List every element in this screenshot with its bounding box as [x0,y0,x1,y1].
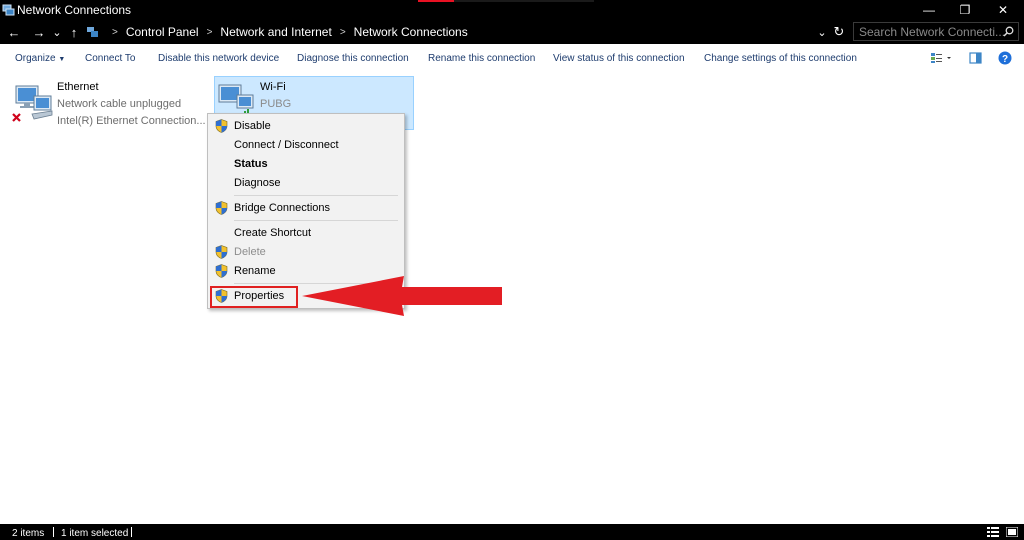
organize-button[interactable]: Organize ▼ [15,53,65,64]
menu-label: Diagnose [234,177,281,189]
title-bar: Network Connections — ❐ ✕ [0,0,1024,20]
minimize-button[interactable]: — [912,0,946,20]
control-panel-icon [87,27,98,37]
uac-shield-icon [215,264,228,278]
menu-item-create-shortcut[interactable]: Create Shortcut [208,224,404,243]
menu-separator [234,220,398,221]
menu-label: Create Shortcut [234,227,312,239]
menu-label: Disable [234,120,271,132]
menu-label: Connect / Disconnect [234,139,339,151]
details-view-icon[interactable] [987,527,999,537]
rename-button[interactable]: Rename this connection [428,53,535,64]
wifi-network: PUBG [260,98,292,110]
uac-shield-icon [215,245,228,259]
connect-to-button[interactable]: Connect To [85,53,135,64]
status-divider [131,527,132,537]
connection-item-ethernet[interactable]: Ethernet Network cable unplugged Intel(R… [10,80,206,134]
breadcrumb-network-connections[interactable]: Network Connections [354,25,468,39]
menu-label: Rename [234,265,276,277]
ethernet-device: Intel(R) Ethernet Connection... [57,115,206,127]
restore-button[interactable]: ❐ [948,0,982,20]
status-bar: 2 items 1 item selected [0,524,1024,540]
ethernet-name: Ethernet [57,81,99,93]
menu-label: Status [234,158,268,170]
address-dropdown-button[interactable]: ⌄ [814,23,830,41]
menu-separator [234,195,398,196]
breadcrumb-separator: > [112,26,118,38]
forward-button[interactable]: → [31,23,47,41]
properties-highlight-box [210,286,298,308]
uac-shield-icon [215,201,228,215]
title-accent-dark [454,0,594,2]
menu-item-diagnose[interactable]: Diagnose [208,174,404,193]
breadcrumb-separator: > [206,26,213,38]
window-title: Network Connections [17,3,132,17]
ethernet-status: Network cable unplugged [57,98,182,110]
search-input[interactable]: Search Network Connecti... [853,22,1019,41]
menu-item-connect-disconnect[interactable]: Connect / Disconnect [208,136,404,155]
menu-item-disable[interactable]: Disable [208,117,404,136]
menu-item-status[interactable]: Status [208,155,404,174]
network-connections-icon [2,4,15,16]
view-status-button[interactable]: View status of this connection [553,53,685,64]
change-settings-button[interactable]: Change settings of this connection [704,53,857,64]
breadcrumb-network-and-internet[interactable]: Network and Internet [220,25,331,39]
breadcrumb-separator: > [339,26,346,38]
status-divider [53,527,54,537]
selection-count: 1 item selected [61,528,129,539]
title-accent [418,0,454,2]
recent-locations-button[interactable]: ⌄ [49,23,65,41]
large-icons-view-icon[interactable] [1006,527,1018,537]
back-button[interactable]: ← [6,23,22,41]
breadcrumb: > Control Panel > Network and Internet >… [104,24,468,40]
wifi-name: Wi-Fi [260,81,286,93]
breadcrumb-control-panel[interactable]: Control Panel [126,25,199,39]
uac-shield-icon [215,119,228,133]
refresh-button[interactable]: ↻ [831,23,847,41]
preview-pane-icon[interactable] [969,52,982,64]
search-placeholder: Search Network Connecti... [859,25,1006,39]
diagnose-button[interactable]: Diagnose this connection [297,53,409,64]
connections-list: Ethernet Network cable unplugged Intel(R… [0,72,1024,524]
help-icon[interactable]: ? [998,51,1012,65]
item-count: 2 items [12,528,45,539]
menu-item-delete: Delete [208,243,404,262]
close-button[interactable]: ✕ [986,0,1020,20]
search-icon[interactable] [1003,26,1014,37]
ethernet-adapter-icon [12,85,53,122]
menu-item-bridge-connections[interactable]: Bridge Connections [208,199,404,218]
menu-label: Delete [234,246,266,258]
change-view-icon[interactable] [930,52,952,64]
command-bar: Organize ▼ Connect To Disable this netwo… [0,44,1024,72]
disable-device-button[interactable]: Disable this network device [158,53,279,64]
up-button[interactable]: ↑ [66,23,82,41]
menu-label: Bridge Connections [234,202,331,214]
svg-text:?: ? [1002,54,1008,65]
red-arrow-annotation [302,276,502,316]
